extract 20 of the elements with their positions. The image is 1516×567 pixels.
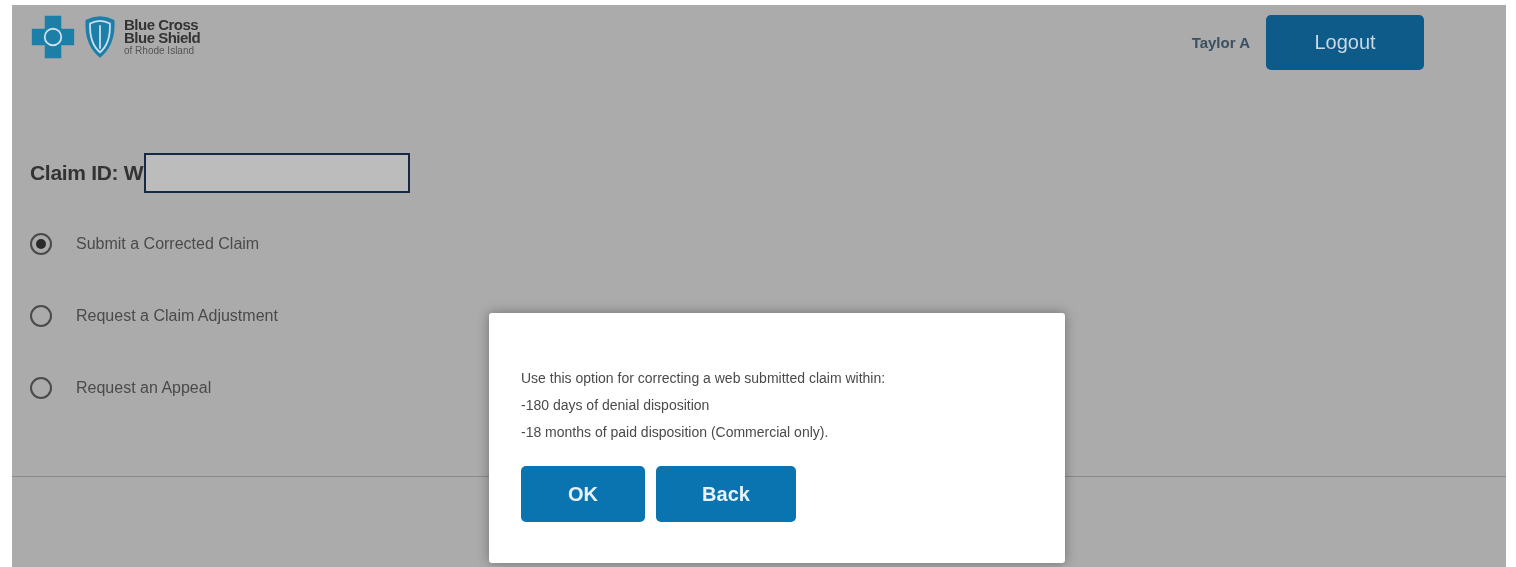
dialog-text: -180 days of denial disposition [521, 396, 711, 415]
option-label[interactable]: Request an Appeal [76, 378, 212, 397]
claim-id-label: Claim ID: W [30, 161, 144, 185]
radio-button[interactable] [30, 232, 52, 255]
claim-id-field[interactable] [144, 153, 411, 193]
cross-logo-icon [30, 14, 76, 60]
option-label[interactable]: Request a Claim Adjustment [76, 306, 278, 325]
logo-text: Blue Shield [124, 30, 201, 44]
radio-button[interactable] [30, 304, 52, 327]
radio-button[interactable] [30, 376, 52, 399]
dialog-button[interactable]: Back [656, 466, 796, 522]
dialog-text: -18 months of paid disposition (Commercial only). [521, 423, 830, 442]
user-name: Taylor A [1191, 34, 1250, 51]
shield-logo-icon [82, 14, 118, 60]
dialog-button[interactable]: OK [521, 466, 645, 522]
dialog-text: Use this option for correcting a web submitted claim within: [521, 369, 887, 388]
logo-subtext: of Rhode Island [124, 43, 196, 57]
logo-text: Blue Cross [124, 17, 199, 31]
logout-button[interactable]: Logout [1266, 15, 1424, 70]
option-label[interactable]: Submit a Corrected Claim [76, 234, 260, 253]
